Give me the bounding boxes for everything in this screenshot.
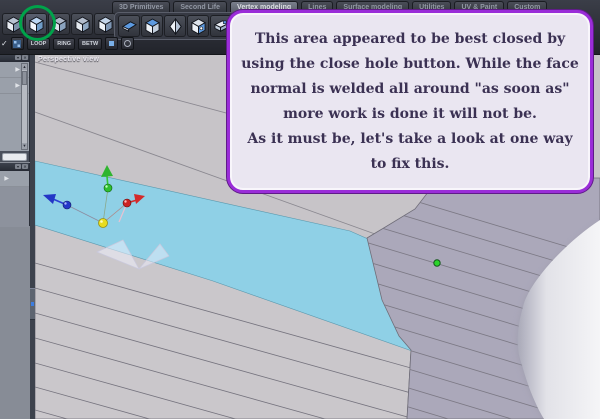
ring-button[interactable]: RING xyxy=(53,37,76,50)
circle-select-icon[interactable] xyxy=(121,37,135,50)
callout-line: to fix this. xyxy=(370,155,450,172)
ball-highlight xyxy=(105,185,108,188)
selected-vertex[interactable] xyxy=(433,259,441,267)
ball-highlight xyxy=(100,220,103,223)
callout-line: As it must be, let's take a look at one … xyxy=(247,130,573,147)
z-axis-ball[interactable] xyxy=(62,200,72,210)
collapse-icon[interactable]: ▾ xyxy=(15,164,21,169)
callout-line: This area appeared to be best closed by xyxy=(254,30,566,47)
play-arrow-icon[interactable]: ▶ xyxy=(4,175,9,182)
plane-icon[interactable] xyxy=(118,15,140,37)
cube-loop-icon[interactable] xyxy=(25,13,47,35)
callout-line: normal is welded all around "as soon as" xyxy=(250,80,570,97)
ball-highlight xyxy=(124,200,127,203)
y-axis-ball[interactable] xyxy=(103,183,113,193)
square-select-icon[interactable] xyxy=(105,37,119,50)
close-icon[interactable]: ✕ xyxy=(22,55,28,60)
play-arrow-icon[interactable]: ▶ xyxy=(15,66,20,73)
panel-titlebar: ▾ ✕ xyxy=(0,163,29,171)
grid-icon[interactable] xyxy=(10,37,24,50)
panel-scrollbar[interactable]: ▲ ▼ xyxy=(21,63,28,150)
panel-titlebar: ▾ ✕ xyxy=(0,54,29,62)
cube-select-icon[interactable] xyxy=(2,13,24,35)
half-cube-icon[interactable] xyxy=(141,15,163,37)
collapse-icon[interactable]: ▾ xyxy=(15,55,21,60)
tutorial-callout: This area appeared to be best closed by … xyxy=(227,10,593,193)
cube-border-icon[interactable] xyxy=(94,13,116,35)
cube-between-icon[interactable] xyxy=(71,13,93,35)
panel-input[interactable] xyxy=(2,153,27,161)
sphere-icon[interactable] xyxy=(164,15,186,37)
close-icon[interactable]: ✕ xyxy=(22,164,28,169)
face-cube-icon[interactable] xyxy=(187,15,209,37)
between-button[interactable]: BETW xyxy=(78,37,103,50)
callout-line: more work is done it will not be. xyxy=(283,105,537,122)
ball-highlight xyxy=(64,202,67,205)
selection-options-row: ✓ LOOP RING BETW xyxy=(1,37,135,50)
play-arrow-icon[interactable]: ▶ xyxy=(15,82,20,89)
scroll-up-icon[interactable]: ▲ xyxy=(22,64,27,70)
check-icon[interactable]: ✓ xyxy=(1,39,8,49)
loop-button[interactable]: LOOP xyxy=(26,37,51,50)
cube-ring-icon[interactable] xyxy=(48,13,70,35)
x-axis-ball[interactable] xyxy=(122,198,132,208)
scroll-thumb[interactable] xyxy=(22,71,27,85)
left-dock: ▾ ✕ ▶ ▶ ▲ ▼ ▾ ✕ ▶ xyxy=(0,54,35,419)
tool-panel: ▾ ✕ ▶ xyxy=(0,163,30,227)
selection-mode-group xyxy=(2,13,116,35)
properties-panel: ▾ ✕ ▶ ▶ ▲ ▼ xyxy=(0,54,30,162)
application-window: 3D Primitives Second Life Vertex modelin… xyxy=(0,0,600,419)
panel-footer xyxy=(0,151,29,162)
scroll-down-icon[interactable]: ▼ xyxy=(22,143,27,149)
handle-dot-icon xyxy=(31,302,34,306)
callout-line: using the close hole button. While the f… xyxy=(241,55,579,72)
panel-body xyxy=(0,187,29,227)
viewport-title: Perspective view xyxy=(38,56,100,63)
panel-row[interactable]: ▶ xyxy=(0,171,29,187)
gizmo-center-ball[interactable] xyxy=(98,218,108,228)
